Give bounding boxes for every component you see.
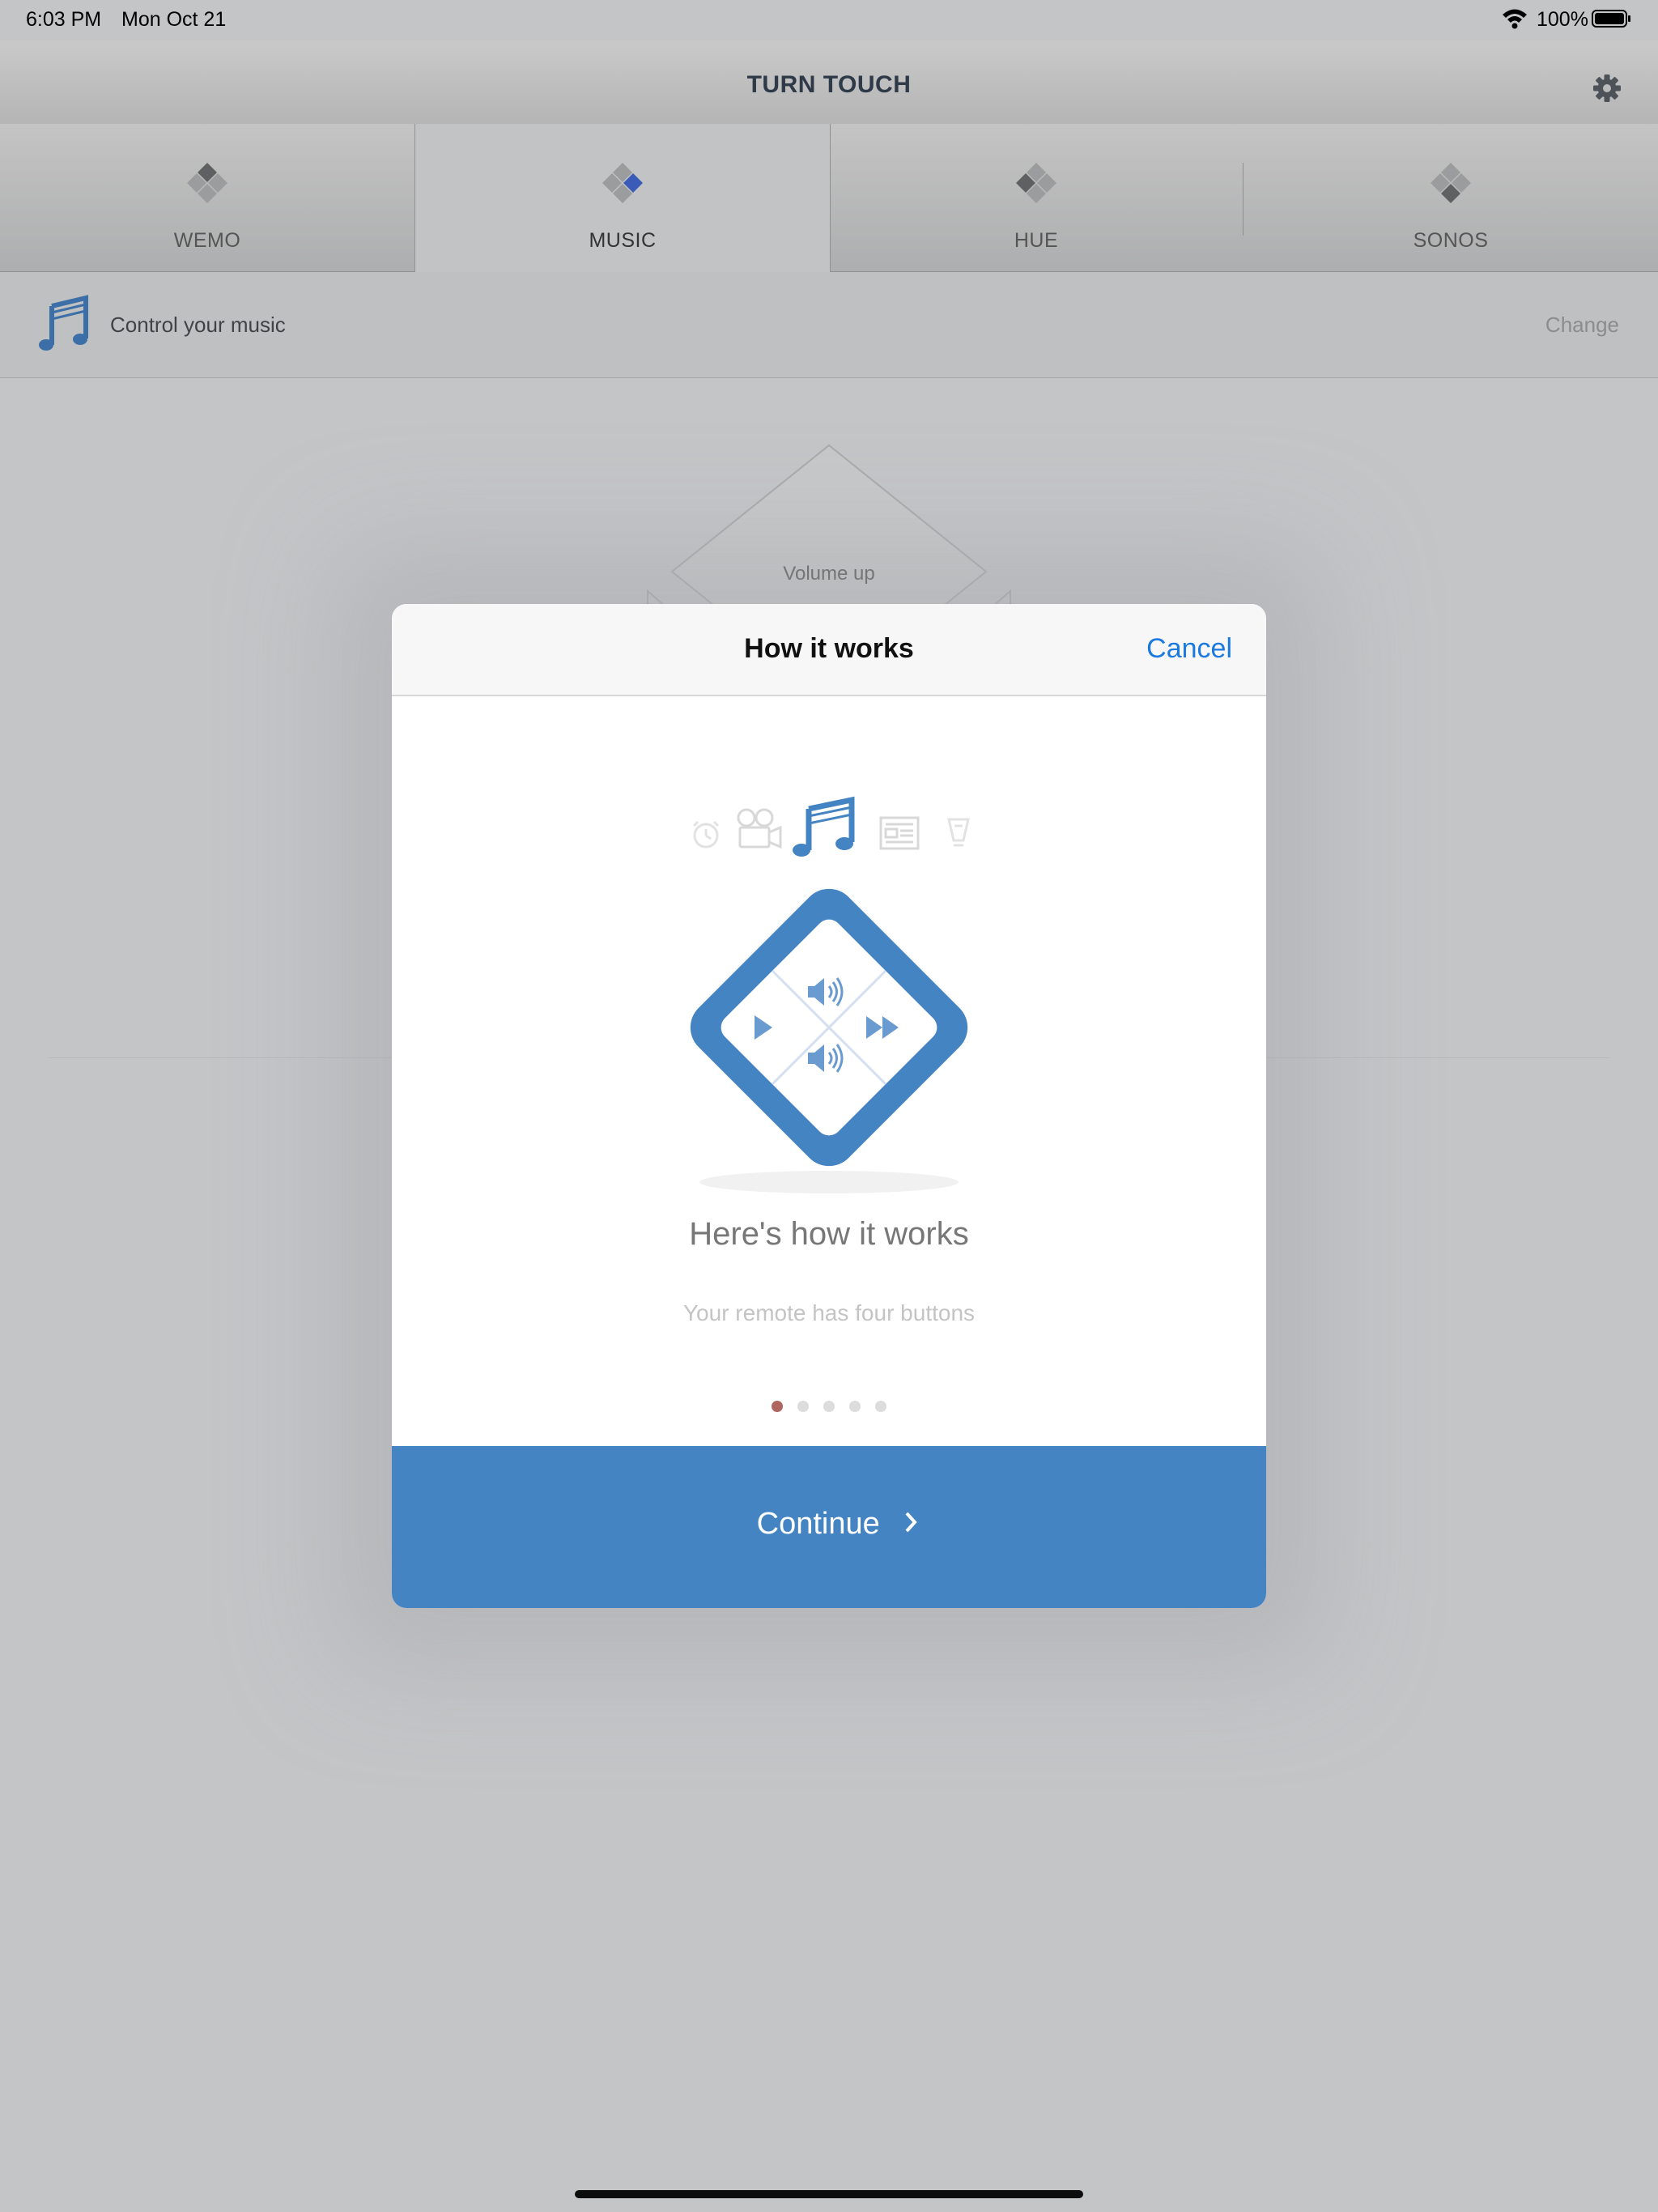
cancel-button[interactable]: Cancel bbox=[1146, 633, 1232, 665]
remote-diagram bbox=[690, 888, 968, 1193]
page-dot bbox=[797, 1401, 809, 1412]
modal-header: How it works Cancel bbox=[392, 604, 1266, 696]
change-mode-button[interactable]: Change bbox=[1545, 313, 1619, 338]
remote-east-icon bbox=[602, 163, 643, 203]
home-indicator[interactable] bbox=[575, 2190, 1083, 2198]
continue-label: Continue bbox=[756, 1506, 880, 1541]
how-it-works-modal: How it works Cancel Here's how it works … bbox=[392, 604, 1266, 1608]
tab-label: MUSIC bbox=[589, 229, 657, 252]
onboarding-subtext: Your remote has four buttons bbox=[682, 1300, 976, 1325]
mode-tabs: WEMO MUSIC HUE SONOS bbox=[0, 124, 1658, 272]
page-dot-active bbox=[772, 1401, 783, 1412]
app-title: TURN TOUCH bbox=[746, 71, 912, 98]
continue-button[interactable]: Continue bbox=[392, 1446, 1266, 1608]
remote-north-icon bbox=[187, 163, 227, 203]
page-dot bbox=[849, 1401, 861, 1412]
onboarding-heading: Here's how it works bbox=[689, 1216, 969, 1252]
status-bar: 6:03 PM Mon Oct 21 100% bbox=[0, 0, 1658, 40]
chevron-right-icon bbox=[905, 1512, 918, 1532]
tab-wemo[interactable]: WEMO bbox=[0, 124, 414, 271]
tab-label: HUE bbox=[1014, 229, 1059, 252]
tab-hue[interactable]: HUE bbox=[829, 124, 1244, 271]
music-note-icon bbox=[39, 295, 88, 351]
mode-description: Control your music bbox=[110, 313, 286, 337]
remote-west-icon bbox=[1016, 163, 1056, 203]
battery-percent: 100% bbox=[1537, 8, 1588, 31]
page-dot bbox=[875, 1401, 886, 1412]
page-dot bbox=[823, 1401, 835, 1412]
nav-bar: TURN TOUCH bbox=[0, 40, 1658, 125]
mode-header: Control your music Change bbox=[0, 272, 1658, 378]
tab-music[interactable]: MUSIC bbox=[414, 124, 831, 272]
wifi-icon bbox=[1503, 9, 1527, 29]
page-indicator bbox=[392, 1401, 1266, 1412]
tab-sonos[interactable]: SONOS bbox=[1244, 124, 1658, 271]
remote-south-icon bbox=[1431, 163, 1471, 203]
tab-label: SONOS bbox=[1413, 229, 1489, 252]
bg-north-label: Volume up bbox=[783, 563, 874, 585]
status-date: Mon Oct 21 bbox=[121, 8, 227, 31]
battery-icon bbox=[1592, 10, 1630, 28]
settings-gear-icon[interactable] bbox=[1592, 73, 1622, 104]
tab-label: WEMO bbox=[173, 229, 241, 252]
status-time: 6:03 PM bbox=[26, 8, 102, 31]
modal-title: How it works bbox=[744, 633, 914, 664]
